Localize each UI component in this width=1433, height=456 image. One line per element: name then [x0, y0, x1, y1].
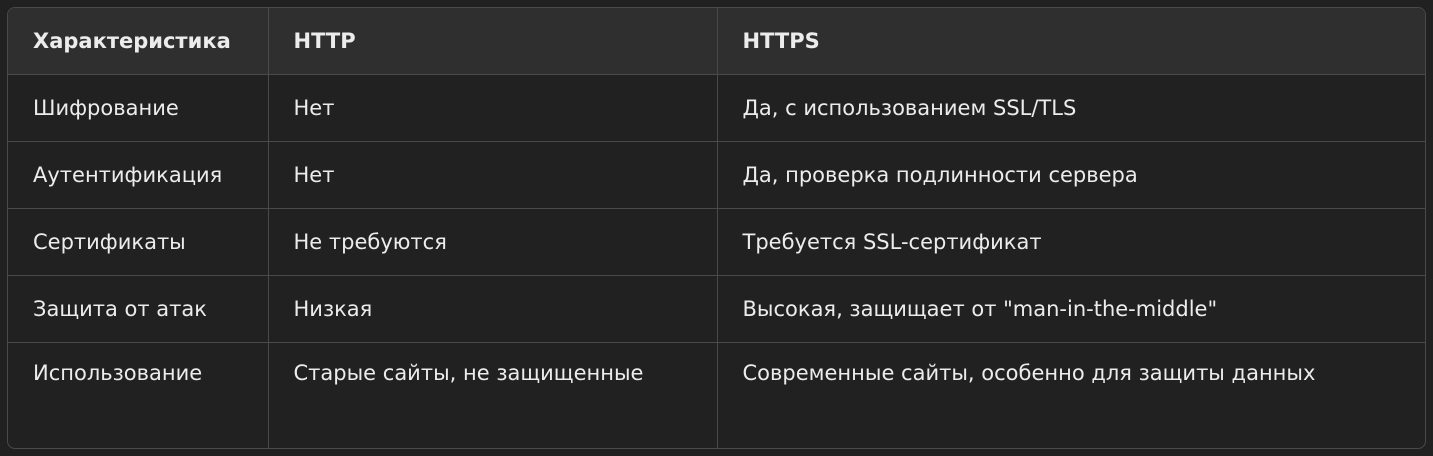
header-http: HTTP: [268, 8, 718, 75]
comparison-table: Характеристика HTTP HTTPS Шифрование Нет…: [8, 8, 1425, 448]
cell-characteristic: Использование: [8, 342, 269, 448]
table-row: Использование Старые сайты, не защищенны…: [8, 342, 1425, 448]
cell-https: Требуется SSL-сертификат: [717, 208, 1425, 276]
cell-characteristic-text: Использование: [33, 360, 203, 385]
header-row: Характеристика HTTP HTTPS: [8, 8, 1425, 75]
table-row: Шифрование Нет Да, с использованием SSL/…: [8, 74, 1425, 142]
table-row: Защита от атак Низкая Высокая, защищает …: [8, 275, 1425, 343]
table-body: Шифрование Нет Да, с использованием SSL/…: [8, 74, 1425, 448]
cell-characteristic: Защита от атак: [8, 275, 269, 343]
cell-http: Низкая: [268, 275, 718, 343]
cell-http: Нет: [268, 141, 718, 209]
cell-https: Да, проверка подлинности сервера: [717, 141, 1425, 209]
cell-http: Нет: [268, 74, 718, 142]
cell-https: Высокая, защищает от "man-in-the-middle": [717, 275, 1425, 343]
cell-http: Старые сайты, не защищенные: [268, 342, 718, 448]
cell-characteristic: Аутентификация: [8, 141, 269, 209]
cell-characteristic: Сертификаты: [8, 208, 269, 276]
cell-http: Не требуются: [268, 208, 718, 276]
cell-https: Да, с использованием SSL/TLS: [717, 74, 1425, 142]
cell-https-text: Современные сайты, особенно для защиты д…: [742, 360, 1316, 385]
table-row: Сертификаты Не требуются Требуется SSL-с…: [8, 208, 1425, 276]
cell-https: Современные сайты, особенно для защиты д…: [717, 342, 1425, 448]
header-https: HTTPS: [717, 8, 1425, 75]
header-characteristic: Характеристика: [8, 8, 269, 75]
table-row: Аутентификация Нет Да, проверка подлинно…: [8, 141, 1425, 209]
comparison-table-container: Характеристика HTTP HTTPS Шифрование Нет…: [7, 7, 1426, 449]
table-header: Характеристика HTTP HTTPS: [8, 8, 1425, 75]
cell-characteristic: Шифрование: [8, 74, 269, 142]
cell-http-text: Старые сайты, не защищенные: [293, 360, 644, 385]
